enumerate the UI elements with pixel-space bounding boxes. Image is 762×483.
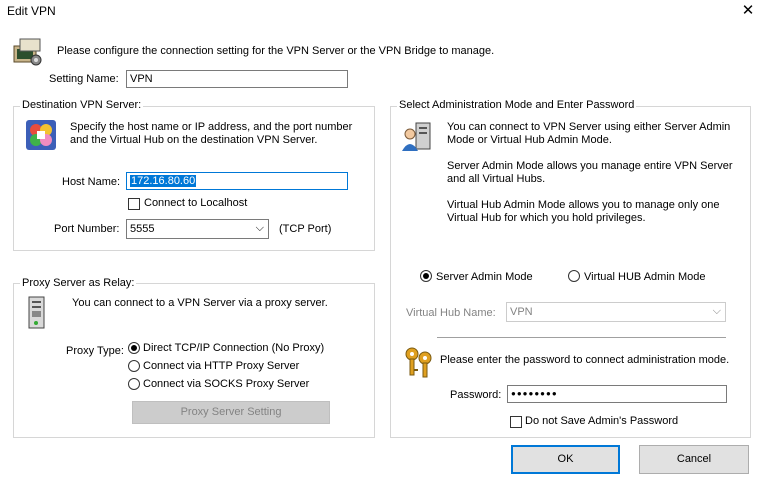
- no-save-password-checkbox[interactable]: [510, 416, 522, 428]
- server-admin-mode-radio[interactable]: [420, 270, 432, 282]
- intro-text: Please configure the connection setting …: [57, 45, 495, 57]
- cancel-button[interactable]: Cancel: [639, 445, 749, 474]
- password-label: Password:: [450, 389, 502, 401]
- edit-vpn-dialog: Edit VPN ✕ Please configure the connecti…: [0, 0, 762, 483]
- close-icon[interactable]: ✕: [737, 1, 759, 21]
- vpn-server-icon: [26, 120, 56, 150]
- host-name-value: 172.16.80.60: [130, 175, 197, 187]
- proxy-direct-radio[interactable]: [128, 342, 140, 354]
- virtual-hub-name-combo[interactable]: VPN ⌵: [506, 302, 726, 322]
- host-name-label: Host Name:: [62, 176, 121, 188]
- computer-settings-icon: [13, 38, 42, 66]
- proxy-description: You can connect to a VPN Server via a pr…: [72, 297, 328, 309]
- setting-name-input[interactable]: VPN: [126, 70, 348, 88]
- proxy-server-icon: [28, 296, 45, 329]
- admin-description-3: Virtual Hub Admin Mode allows you to man…: [447, 199, 720, 224]
- proxy-server-setting-button[interactable]: Proxy Server Setting: [132, 401, 330, 424]
- port-number-value: 5555: [130, 223, 155, 235]
- proxy-http-radio[interactable]: [128, 360, 140, 372]
- hub-admin-mode-label: Virtual HUB Admin Mode: [584, 271, 706, 283]
- no-save-password-label: Do not Save Admin's Password: [525, 415, 679, 427]
- chevron-down-icon: ⌵: [255, 222, 264, 234]
- proxy-http-label: Connect via HTTP Proxy Server: [143, 360, 300, 372]
- destination-group-label: Destination VPN Server:: [20, 99, 144, 111]
- keys-icon: [405, 347, 432, 378]
- connect-localhost-label: Connect to Localhost: [144, 197, 248, 209]
- port-unit-label: (TCP Port): [279, 223, 332, 235]
- admin-description-1: You can connect to VPN Server using eith…: [447, 121, 731, 146]
- host-name-input[interactable]: 172.16.80.60: [126, 172, 348, 190]
- virtual-hub-name-value: VPN: [510, 306, 533, 318]
- password-input[interactable]: ●●●●●●●●: [507, 385, 727, 403]
- proxy-direct-label: Direct TCP/IP Connection (No Proxy): [143, 342, 325, 354]
- port-number-combo[interactable]: 5555 ⌵: [126, 219, 269, 239]
- server-admin-mode-label: Server Admin Mode: [436, 271, 533, 283]
- virtual-hub-name-label: Virtual Hub Name:: [406, 307, 496, 319]
- ok-button[interactable]: OK: [511, 445, 620, 474]
- proxy-socks-label: Connect via SOCKS Proxy Server: [143, 378, 310, 390]
- hub-admin-mode-radio[interactable]: [568, 270, 580, 282]
- admin-description-2: Server Admin Mode allows you manage enti…: [447, 160, 733, 185]
- admin-mode-group-label: Select Administration Mode and Enter Pas…: [397, 99, 637, 111]
- window-title: Edit VPN: [7, 4, 56, 18]
- proxy-type-label: Proxy Type:: [66, 345, 124, 357]
- password-prompt: Please enter the password to connect adm…: [440, 354, 730, 366]
- setting-name-label: Setting Name:: [49, 73, 119, 85]
- proxy-socks-radio[interactable]: [128, 378, 140, 390]
- destination-description: Specify the host name or IP address, and…: [70, 121, 353, 146]
- chevron-down-icon: ⌵: [712, 305, 721, 317]
- proxy-group-label: Proxy Server as Relay:: [20, 277, 137, 289]
- port-number-label: Port Number:: [54, 223, 120, 235]
- connect-localhost-checkbox[interactable]: [128, 198, 140, 210]
- admin-user-icon: [402, 122, 431, 151]
- admin-separator: [437, 337, 726, 338]
